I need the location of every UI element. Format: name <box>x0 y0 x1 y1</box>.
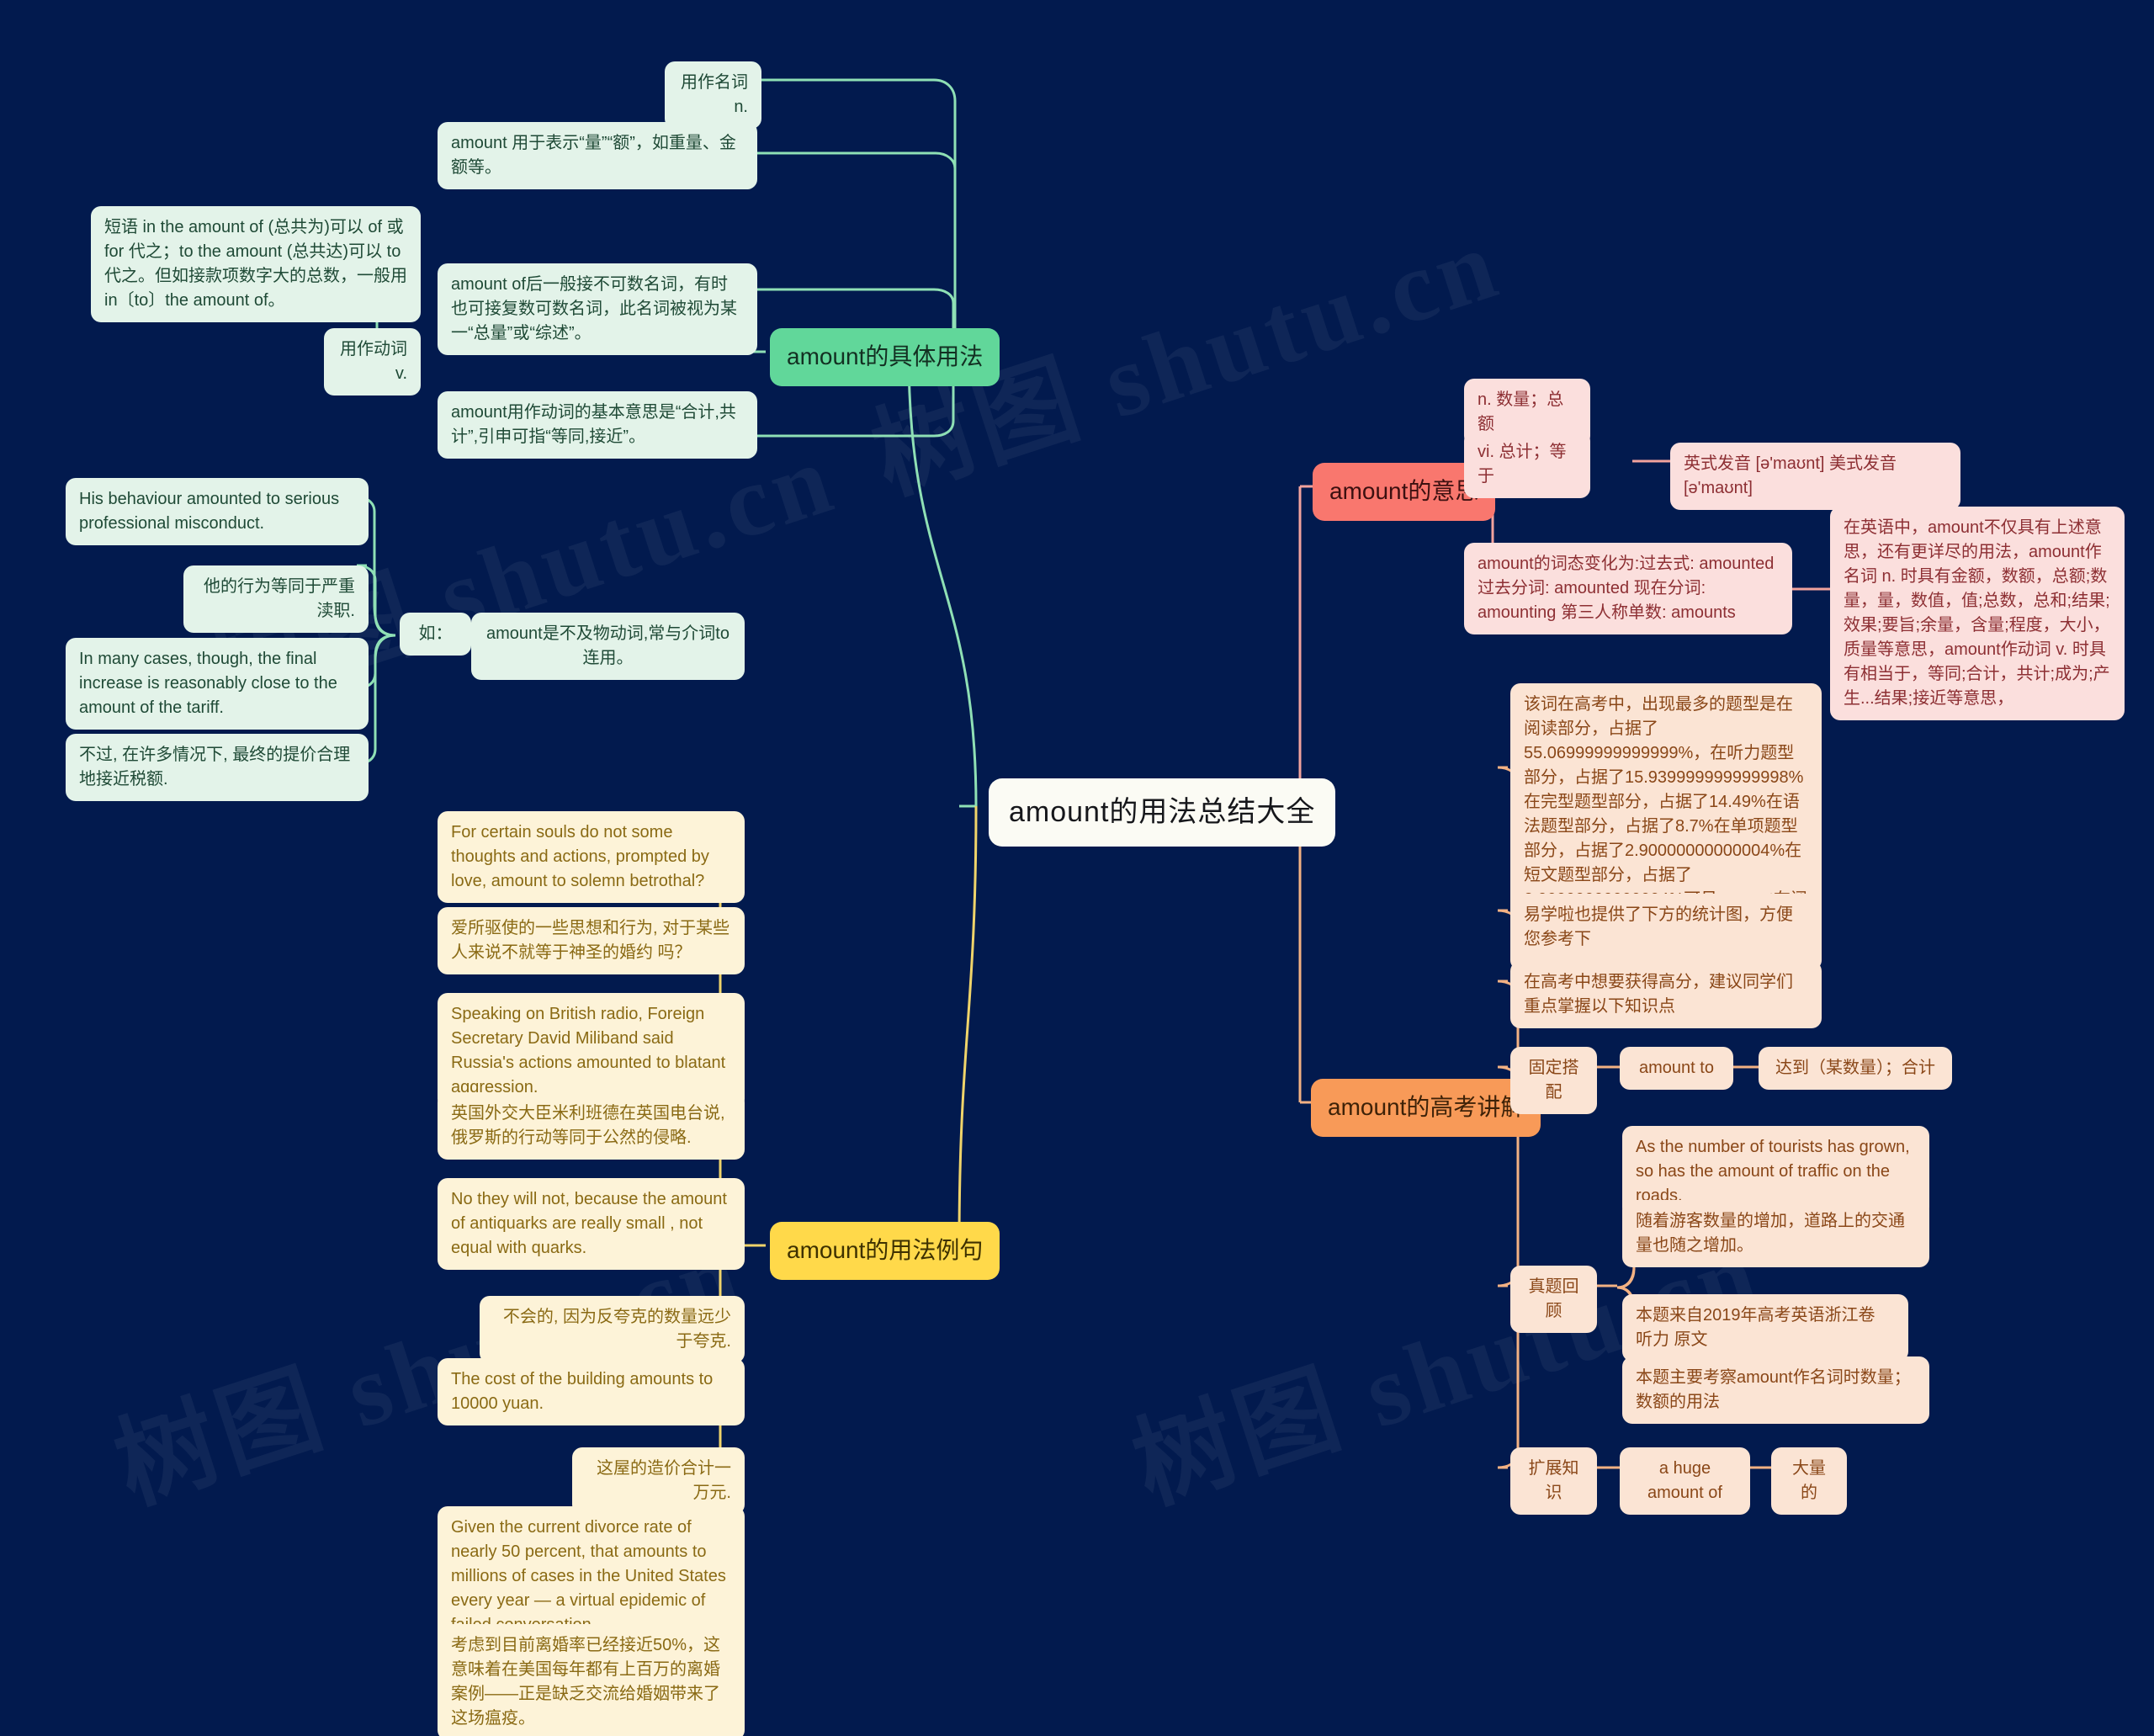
mindmap-canvas: 树图 shutu.cn 树图 shutu.cn 树图 shutu.cn 树图 s… <box>0 0 2154 1736</box>
usage-verb-label[interactable]: 用作动词 v. <box>324 328 421 396</box>
gaokao-review-item-2[interactable]: 随着游客数量的增加，道路上的交通量也随之增加。 <box>1622 1200 1929 1267</box>
gaokao-review-item-4[interactable]: 本题主要考察amount作名词时数量；数额的用法 <box>1622 1356 1929 1424</box>
sentence-item-1[interactable]: For certain souls do not some thoughts a… <box>438 811 745 903</box>
branch-usage[interactable]: amount的具体用法 <box>770 328 1000 386</box>
root-node[interactable]: amount的用法总结大全 <box>989 778 1336 847</box>
usage-example-4[interactable]: 不过, 在许多情况下, 最终的提价合理地接近税额. <box>66 734 369 801</box>
usage-noun-note-1[interactable]: amount 用于表示“量”“额”，如重量、金额等。 <box>438 122 757 189</box>
usage-example-1[interactable]: His behaviour amounted to serious profes… <box>66 478 369 545</box>
meaning-word-forms[interactable]: amount的词态变化为:过去式: amounted 过去分词: amounte… <box>1464 543 1792 634</box>
branch-gaokao[interactable]: amount的高考讲解 <box>1311 1079 1541 1137</box>
usage-verb-phrase[interactable]: 短语 in the amount of (总共为)可以 of 或 for 代之；… <box>91 206 421 322</box>
gaokao-review-item-3[interactable]: 本题来自2019年高考英语浙江卷 听力 原文 <box>1622 1294 1908 1362</box>
gaokao-review-label[interactable]: 真题回顾 <box>1510 1266 1597 1333</box>
usage-eg-label[interactable]: 如： <box>400 613 471 656</box>
gaokao-extend-label[interactable]: 扩展知识 <box>1510 1447 1597 1515</box>
sentence-item-5[interactable]: No they will not, because the amount of … <box>438 1178 745 1270</box>
sentence-item-7[interactable]: The cost of the building amounts to 1000… <box>438 1358 745 1425</box>
meaning-verb-sense[interactable]: vi. 总计；等于 <box>1464 431 1590 498</box>
sentence-item-2[interactable]: 爱所驱使的一些思想和行为, 对于某些人来说不就等于神圣的婚约 吗？ <box>438 907 745 974</box>
usage-noun-label[interactable]: 用作名词 n. <box>665 61 761 129</box>
gaokao-collocation-meaning[interactable]: 达到（某数量）；合计 <box>1759 1047 1952 1090</box>
usage-eg-rule[interactable]: amount是不及物动词,常与介词to连用。 <box>471 613 745 680</box>
usage-verb-basic[interactable]: amount用作动词的基本意思是“合计,共计”,引申可指“等同,接近”。 <box>438 391 757 459</box>
meaning-pronunciation[interactable]: 英式发音 [ə'maʊnt] 美式发音 [ə'maʊnt] <box>1670 443 1960 510</box>
usage-noun-note-2[interactable]: amount of后一般接不可数名词，有时也可接复数可数名词，此名词被视为某一“… <box>438 263 757 355</box>
gaokao-advice[interactable]: 在高考中想要获得高分，建议同学们重点掌握以下知识点 <box>1510 961 1822 1028</box>
gaokao-collocation-phrase[interactable]: amount to <box>1620 1047 1733 1090</box>
sentence-item-6[interactable]: 不会的, 因为反夸克的数量远少于夸克. <box>480 1296 745 1363</box>
sentence-item-10[interactable]: 考虑到目前离婚率已经接近50%，这意味着在美国每年都有上百万的离婚案例——正是缺… <box>438 1624 745 1736</box>
sentence-item-4[interactable]: 英国外交大臣米利班德在英国电台说,俄罗斯的行动等同于公然的侵略. <box>438 1092 745 1160</box>
gaokao-extend-phrase[interactable]: a huge amount of <box>1620 1447 1750 1515</box>
gaokao-extend-meaning[interactable]: 大量的 <box>1771 1447 1847 1515</box>
gaokao-collocation-label[interactable]: 固定搭配 <box>1510 1047 1597 1114</box>
gaokao-chart-note[interactable]: 易学啦也提供了下方的统计图，方便您参考下 <box>1510 894 1822 961</box>
usage-example-2[interactable]: 他的行为等同于严重渎职. <box>183 565 369 633</box>
meaning-detail[interactable]: 在英语中，amount不仅具有上述意思，还有更详尽的用法，amount作名词 n… <box>1830 507 2125 720</box>
branch-sentences[interactable]: amount的用法例句 <box>770 1222 1000 1280</box>
sentence-item-8[interactable]: 这屋的造价合计一万元. <box>572 1447 745 1515</box>
usage-example-3[interactable]: In many cases, though, the final increas… <box>66 638 369 730</box>
